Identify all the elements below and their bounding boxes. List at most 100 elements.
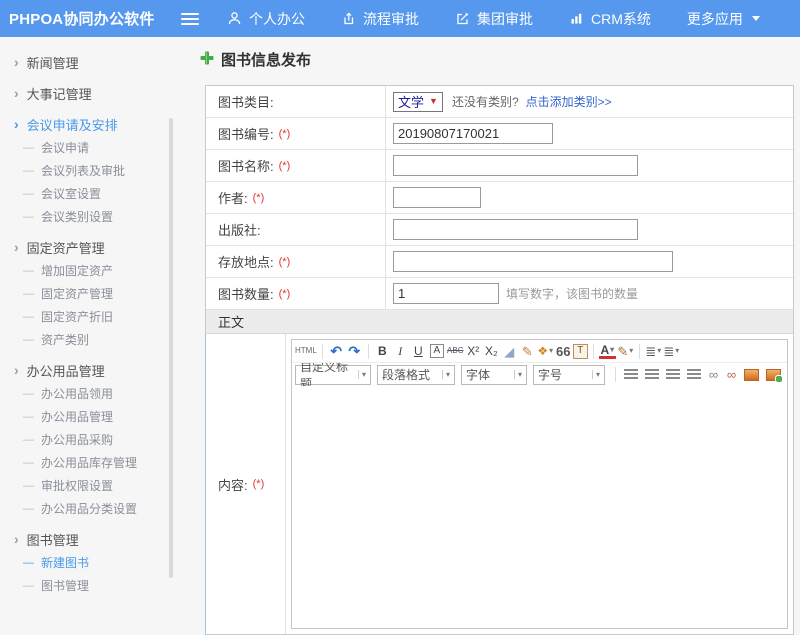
sidebar-item-book-mgmt-group[interactable]: ›图书管理: [0, 527, 175, 551]
align-center-icon[interactable]: [645, 369, 659, 380]
sidebar-item-fixed-assets-group[interactable]: ›固定资产管理: [0, 235, 175, 259]
chevron-right-icon: ›: [14, 240, 19, 254]
user-icon: [227, 11, 242, 26]
field-label: 图书数量: (*): [206, 278, 386, 309]
add-category-link[interactable]: 点击添加类别>>: [526, 93, 612, 110]
html-source-icon[interactable]: HTML: [295, 342, 317, 361]
toolbar-separator: [615, 367, 616, 382]
field-label: 存放地点: (*): [206, 246, 386, 277]
form-row-quantity: 图书数量: (*) 填写数字，该图书的数量: [206, 278, 793, 310]
sidebar-item-news-mgmt[interactable]: ›新闻管理: [0, 50, 175, 74]
nav-crm-system[interactable]: CRM系统: [569, 9, 651, 29]
form-row-book-name: 图书名称: (*): [206, 150, 793, 182]
dash-icon: —: [23, 311, 34, 323]
book-number-input[interactable]: [393, 123, 553, 144]
hamburger-menu-icon[interactable]: [181, 13, 199, 25]
field-label: 图书名称: (*): [206, 150, 386, 181]
sidebar-item-fixed-asset-mgmt[interactable]: —固定资产管理: [0, 282, 175, 305]
field-label: 出版社:: [206, 214, 386, 245]
font-size-select[interactable]: 字号▾: [533, 365, 605, 385]
workflow-share-icon: [341, 11, 356, 26]
storage-location-input[interactable]: [393, 251, 673, 272]
publisher-input[interactable]: [393, 219, 638, 240]
dash-icon: —: [23, 557, 34, 569]
sidebar-item-new-book[interactable]: —新建图书: [0, 551, 175, 574]
sidebar-item-meeting-category-settings[interactable]: —会议类别设置: [0, 205, 175, 228]
sidebar-item-meeting-apply[interactable]: —会议申请: [0, 136, 175, 159]
redo-icon[interactable]: ↷: [346, 342, 363, 361]
quantity-hint: 填写数字，该图书的数量: [506, 285, 638, 302]
book-form: 图书类目: 文学 ▼ 还没有类别? 点击添加类别>> 图书编号: (*) 图书名…: [205, 85, 794, 635]
font-family-select[interactable]: 字体▾: [461, 365, 527, 385]
dash-icon: —: [23, 142, 34, 154]
sidebar-item-supplies-receive[interactable]: —办公用品领用: [0, 382, 175, 405]
book-name-input[interactable]: [393, 155, 638, 176]
field-label: 图书编号: (*): [206, 118, 386, 149]
form-row-book-number: 图书编号: (*): [206, 118, 793, 150]
italic-icon[interactable]: I: [392, 342, 409, 361]
underline-icon[interactable]: U: [410, 342, 427, 361]
caret-down-icon: [752, 16, 760, 21]
blockquote-icon[interactable]: 66: [555, 342, 572, 361]
toolbar-separator: [593, 344, 594, 359]
form-row-storage-location: 存放地点: (*): [206, 246, 793, 278]
auto-typeset-icon[interactable]: A: [430, 344, 444, 358]
unordered-list-icon[interactable]: ≣▾: [663, 342, 680, 361]
color-palette-icon[interactable]: ❖▾: [537, 342, 554, 361]
sidebar-item-approval-permission-settings[interactable]: —审批权限设置: [0, 474, 175, 497]
image-icon[interactable]: [744, 369, 759, 381]
nav-workflow-approval[interactable]: 流程审批: [341, 9, 419, 29]
sidebar-item-meeting-room-settings[interactable]: —会议室设置: [0, 182, 175, 205]
sidebar-item-fixed-asset-depreciation[interactable]: —固定资产折旧: [0, 305, 175, 328]
nav-label: 集团审批: [477, 9, 533, 29]
editor-content-area[interactable]: [292, 386, 787, 628]
sidebar-item-meeting-apply-group[interactable]: ›会议申请及安排: [0, 112, 175, 136]
ordered-list-icon[interactable]: ≣▾: [645, 342, 662, 361]
align-right-icon[interactable]: [666, 369, 680, 380]
subscript-icon[interactable]: X₂: [483, 342, 500, 361]
paragraph-format-select[interactable]: 段落格式▾: [377, 365, 455, 385]
highlight-pen-icon[interactable]: ✎▾: [617, 342, 634, 361]
quantity-input[interactable]: [393, 283, 499, 304]
link-icon[interactable]: ∞: [705, 365, 722, 384]
align-justify-icon[interactable]: [687, 369, 701, 380]
eraser-icon[interactable]: ◢: [501, 342, 518, 361]
category-select[interactable]: 文学 ▼: [393, 92, 443, 112]
sidebar-scrollbar[interactable]: [169, 118, 173, 578]
bold-icon[interactable]: B: [374, 342, 391, 361]
custom-heading-select[interactable]: 自定义标题▾: [295, 365, 371, 385]
sidebar-item-memorabilia-mgmt[interactable]: ›大事记管理: [0, 81, 175, 105]
sidebar-item-meeting-list-approval[interactable]: —会议列表及审批: [0, 159, 175, 182]
dash-icon: —: [23, 434, 34, 446]
align-left-icon[interactable]: [624, 369, 638, 380]
sidebar-item-supplies-category-settings[interactable]: —办公用品分类设置: [0, 497, 175, 520]
form-row-author: 作者: (*): [206, 182, 793, 214]
insert-media-icon[interactable]: [766, 369, 781, 381]
superscript-icon[interactable]: X²: [465, 342, 482, 361]
form-row-publisher: 出版社:: [206, 214, 793, 246]
dash-icon: —: [23, 457, 34, 469]
nav-more-apps[interactable]: 更多应用: [687, 9, 760, 29]
sidebar-item-supplies-inventory[interactable]: —办公用品库存管理: [0, 451, 175, 474]
dash-icon: —: [23, 288, 34, 300]
strikethrough-icon[interactable]: ABC: [447, 342, 464, 361]
author-input[interactable]: [393, 187, 481, 208]
field-label: 图书类目:: [206, 86, 386, 117]
dash-icon: —: [23, 188, 34, 200]
sidebar-item-supplies-mgmt[interactable]: —办公用品管理: [0, 405, 175, 428]
toolbar-separator: [639, 344, 640, 359]
sidebar-item-asset-category[interactable]: —资产类别: [0, 328, 175, 351]
unlink-icon[interactable]: ∞: [723, 365, 740, 384]
nav-group-approval[interactable]: 集团审批: [455, 9, 533, 29]
undo-icon[interactable]: ↶: [328, 342, 345, 361]
sidebar-item-add-fixed-asset[interactable]: —增加固定资产: [0, 259, 175, 282]
sidebar-item-book-mgmt[interactable]: —图书管理: [0, 574, 175, 597]
format-brush-icon[interactable]: ✎: [519, 342, 536, 361]
sidebar-item-office-supplies-group[interactable]: ›办公用品管理: [0, 358, 175, 382]
font-color-icon[interactable]: A▾: [599, 344, 616, 359]
nav-personal-office[interactable]: 个人办公: [227, 9, 305, 29]
paste-text-icon[interactable]: T: [573, 344, 588, 359]
required-mark: (*): [279, 288, 291, 300]
sidebar-item-supplies-purchase[interactable]: —办公用品采购: [0, 428, 175, 451]
dash-icon: —: [23, 388, 34, 400]
